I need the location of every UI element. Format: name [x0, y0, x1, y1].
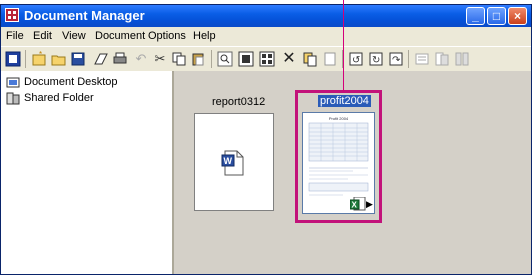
annotation-pointer-line [343, 0, 344, 92]
duplicate-icon[interactable] [302, 51, 318, 67]
folder-tree: Document Desktop Shared Folder [1, 71, 174, 274]
menu-bar: File Edit View Document Options Help [1, 28, 531, 45]
excel-document-icon: X [349, 196, 366, 211]
insert-icon[interactable] [322, 51, 338, 67]
shared-folder-icon [6, 92, 20, 105]
menu-document[interactable]: Document [95, 30, 145, 42]
close-button[interactable]: × [508, 7, 527, 25]
save-icon[interactable] [70, 51, 86, 67]
svg-text:↻: ↻ [372, 55, 380, 66]
document-thumbnail-profit2004[interactable]: Profit 2004 X ▶ [302, 112, 375, 214]
undo-icon[interactable]: ↶ [133, 51, 149, 67]
paste-icon[interactable] [190, 51, 206, 67]
document-name-report0312[interactable]: report0312 [212, 96, 265, 108]
app-icon [5, 8, 19, 22]
title-bar[interactable]: Document Manager _ □ × [1, 5, 531, 27]
minimize-button[interactable]: _ [466, 7, 485, 25]
delete-icon[interactable]: ✕ [281, 51, 297, 67]
list-view-icon[interactable] [259, 51, 275, 67]
word-document-icon: W [221, 150, 245, 176]
copy-icon[interactable] [171, 51, 187, 67]
svg-text:W: W [224, 156, 233, 166]
tree-item-label: Shared Folder [24, 92, 94, 104]
align-icon[interactable] [414, 51, 430, 67]
copy-pages-icon[interactable] [93, 51, 109, 67]
rotate-180-icon[interactable]: ↷ [388, 51, 404, 67]
rotate-left-icon[interactable]: ↺ [348, 51, 364, 67]
rotate-right-icon[interactable]: ↻ [368, 51, 384, 67]
window-title: Document Manager [24, 8, 145, 23]
document-name-profit2004[interactable]: profit2004 [318, 95, 371, 107]
app-menu-icon[interactable] [5, 51, 21, 67]
thumbnail-view-icon[interactable] [238, 51, 254, 67]
stack-icon[interactable] [434, 51, 450, 67]
svg-text:↷: ↷ [392, 55, 401, 66]
print-icon[interactable] [112, 51, 128, 67]
arrange-icon[interactable] [454, 51, 470, 67]
toolbar-separator [408, 50, 409, 68]
close-icon: × [513, 9, 521, 23]
maximize-icon: □ [492, 9, 501, 23]
document-thumbnail-report0312[interactable]: W [194, 113, 274, 211]
zoom-icon[interactable] [217, 51, 233, 67]
menu-file[interactable]: File [6, 30, 24, 42]
menu-view[interactable]: View [62, 30, 86, 42]
svg-text:*: * [39, 51, 42, 59]
menu-edit[interactable]: Edit [33, 30, 52, 42]
toolbar: * ↶ ✂ ✕ ↺ ↻ ↷ [1, 46, 531, 72]
svg-text:X: X [352, 201, 358, 210]
document-manager-window: Document Manager _ □ × File Edit View Do… [0, 4, 532, 275]
new-folder-icon[interactable]: * [31, 50, 47, 67]
desktop-folder-icon [6, 76, 20, 89]
menu-options[interactable]: Options [148, 30, 186, 42]
minimize-icon: _ [472, 9, 479, 23]
toolbar-separator [25, 50, 26, 68]
play-arrow-icon[interactable]: ▶ [366, 199, 373, 210]
open-icon[interactable] [51, 51, 67, 67]
cut-icon[interactable]: ✂ [152, 51, 168, 67]
svg-text:↺: ↺ [352, 55, 360, 66]
maximize-button[interactable]: □ [487, 7, 506, 25]
menu-help[interactable]: Help [193, 30, 216, 42]
document-area: report0312 W profit2004 Profit 2004 X ▶ [174, 71, 531, 274]
tree-item-label: Document Desktop [24, 76, 118, 88]
toolbar-separator [211, 50, 212, 68]
